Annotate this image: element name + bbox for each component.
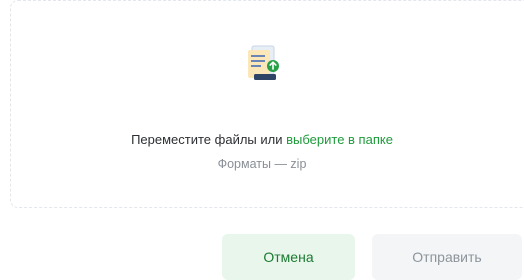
file-upload-icon [248,45,279,80]
drop-instructions: Переместите файлы или выберите в папке [0,132,524,147]
formats-hint: Форматы — zip [217,157,307,171]
submit-button[interactable]: Отправить [372,234,522,280]
pick-file-link[interactable]: выберите в папке [286,132,393,147]
file-dropzone[interactable] [10,0,524,208]
cancel-button[interactable]: Отмена [222,234,355,280]
cancel-button-label: Отмена [263,249,314,265]
drop-text-label: Переместите файлы или [131,132,287,147]
submit-button-label: Отправить [412,249,482,265]
